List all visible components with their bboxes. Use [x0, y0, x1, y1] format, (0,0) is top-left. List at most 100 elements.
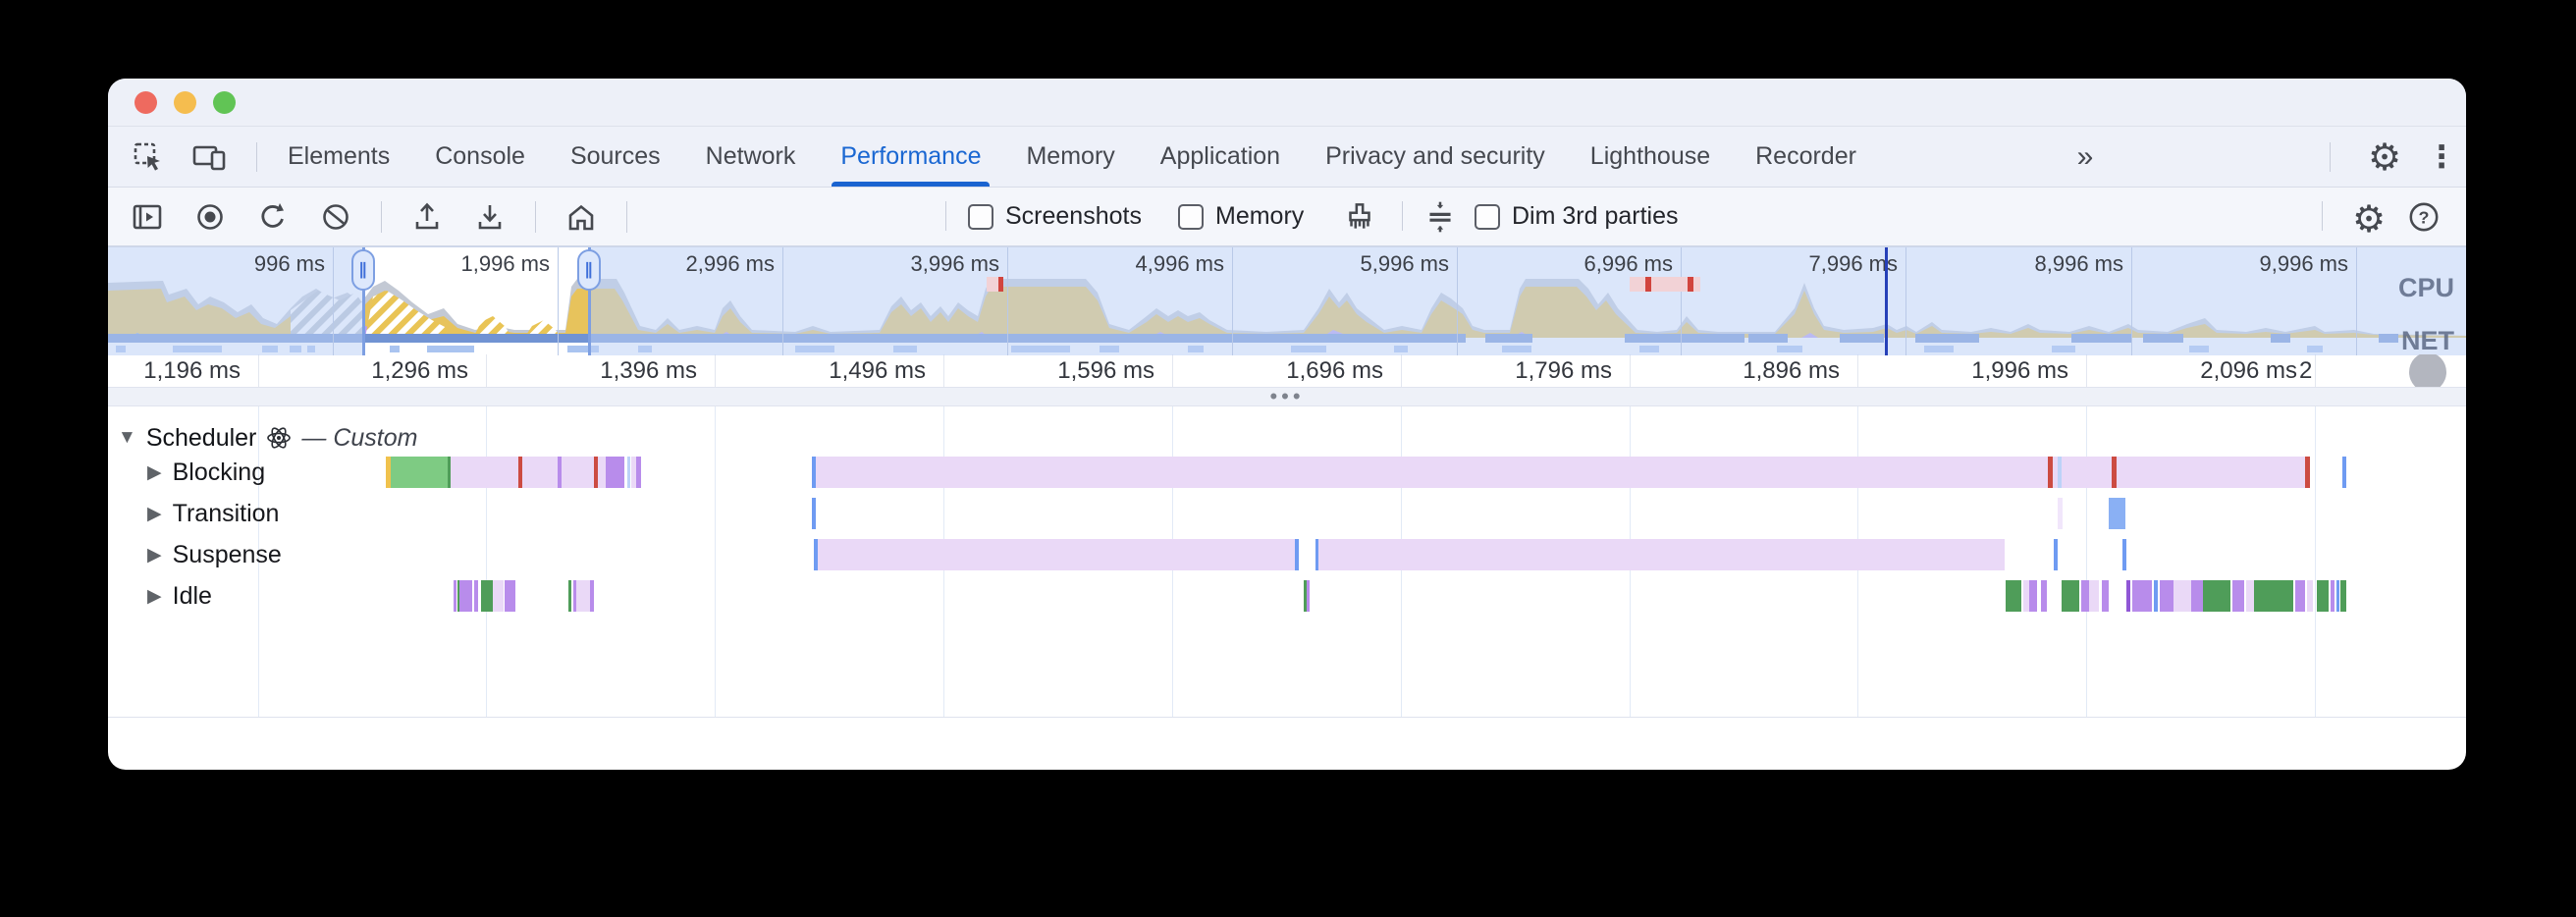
expand-triangle-icon[interactable]: ▶: [147, 503, 162, 525]
memory-checkbox[interactable]: [1178, 204, 1204, 230]
flame-bar-segment[interactable]: [627, 457, 630, 488]
expand-triangle-icon[interactable]: ▶: [147, 544, 162, 566]
selection-right-handle[interactable]: ∥: [577, 249, 601, 291]
tab-elements[interactable]: Elements: [265, 127, 412, 187]
flame-bar-segment[interactable]: [454, 580, 456, 612]
flame-bar-segment[interactable]: [2006, 580, 2021, 612]
flame-bar-segment[interactable]: [2342, 457, 2346, 488]
tab-memory[interactable]: Memory: [1003, 127, 1137, 187]
flame-bar-segment[interactable]: [2203, 580, 2230, 612]
more-tabs-icon[interactable]: »: [2066, 138, 2104, 176]
flame-bar-segment[interactable]: [2191, 580, 2203, 612]
tab-network[interactable]: Network: [683, 127, 819, 187]
collapse-flame-icon[interactable]: [1422, 198, 1459, 236]
flame-bar-segment[interactable]: [2058, 498, 2063, 529]
flame-bar-segment[interactable]: [2054, 539, 2058, 570]
flame-bar-segment[interactable]: [2126, 580, 2130, 612]
flame-bar-segment[interactable]: [2041, 580, 2047, 612]
flame-bar-segment[interactable]: [481, 580, 493, 612]
flame-bar-segment[interactable]: [818, 539, 1295, 570]
flame-bar-segment[interactable]: [816, 457, 2048, 488]
tab-application[interactable]: Application: [1138, 127, 1303, 187]
panel-resize-divider[interactable]: •••: [108, 387, 2466, 406]
flame-bar-segment[interactable]: [2029, 580, 2037, 612]
flame-bar-segment[interactable]: [2336, 580, 2339, 612]
flame-bar-segment[interactable]: [2102, 580, 2109, 612]
scheduler-track-header[interactable]: ▼ Scheduler — Custom: [118, 422, 417, 454]
flame-bar-segment[interactable]: [590, 580, 594, 612]
flame-bar-segment[interactable]: [2232, 580, 2244, 612]
flame-bar-segment[interactable]: [598, 457, 606, 488]
flame-bar-segment[interactable]: [1318, 539, 2005, 570]
flame-bar-segment[interactable]: [2254, 580, 2293, 612]
toggle-sidebar-icon[interactable]: [130, 199, 165, 235]
tracks-area[interactable]: ▼ Scheduler — Custom ▶Blocking ▶Transitio…: [108, 406, 2466, 718]
reload-record-icon[interactable]: [255, 199, 291, 235]
flame-bar-segment[interactable]: [2062, 457, 2112, 488]
flame-bar-segment[interactable]: [2174, 580, 2191, 612]
flame-bar-segment[interactable]: [2160, 580, 2174, 612]
tab-privacy-and-security[interactable]: Privacy and security: [1303, 127, 1568, 187]
flame-bar-segment[interactable]: [2117, 457, 2305, 488]
capture-settings-gear-icon[interactable]: ⚙: [2352, 197, 2386, 242]
flame-bar-segment[interactable]: [493, 580, 504, 612]
flame-bar-segment[interactable]: [2089, 580, 2099, 612]
flame-bar-segment[interactable]: [474, 580, 478, 612]
track-row-label-idle[interactable]: ▶Idle: [147, 580, 212, 612]
flame-bar-segment[interactable]: [391, 457, 448, 488]
flame-bar-segment[interactable]: [562, 457, 594, 488]
inspect-element-icon[interactable]: [130, 138, 167, 176]
track-row-label-transition[interactable]: ▶Transition: [147, 498, 279, 529]
flame-bar-segment[interactable]: [1295, 539, 1299, 570]
load-profile-icon[interactable]: [409, 199, 445, 235]
flame-bar-segment[interactable]: [812, 498, 816, 529]
kebab-menu-icon[interactable]: ⋮: [2423, 138, 2460, 176]
flame-bar-segment[interactable]: [1307, 580, 1310, 612]
flame-bar-segment[interactable]: [2246, 580, 2254, 612]
flame-bar-segment[interactable]: [2295, 580, 2305, 612]
flame-bar-segment[interactable]: [2122, 539, 2126, 570]
live-metrics-home-icon[interactable]: [564, 199, 599, 235]
settings-gear-icon[interactable]: ⚙: [2366, 138, 2403, 176]
flame-bar-segment[interactable]: [2331, 580, 2334, 612]
screenshots-checkbox[interactable]: [968, 204, 993, 230]
flame-bar-segment[interactable]: [505, 580, 515, 612]
help-icon[interactable]: ?: [2405, 198, 2442, 236]
flame-bar-segment[interactable]: [451, 457, 518, 488]
flame-bar-segment[interactable]: [568, 580, 571, 612]
flame-bar-segment[interactable]: [522, 457, 558, 488]
flame-bar-segment[interactable]: [2109, 498, 2125, 529]
flame-bar-segment[interactable]: [2340, 580, 2346, 612]
expand-triangle-icon[interactable]: ▶: [147, 585, 162, 608]
horizontal-scrollbar-thumb[interactable]: [2409, 354, 2446, 387]
tab-performance[interactable]: Performance: [818, 127, 1003, 187]
flame-bar-segment[interactable]: [2317, 580, 2329, 612]
flame-bar-segment[interactable]: [459, 580, 472, 612]
collapse-triangle-icon[interactable]: ▼: [118, 427, 136, 449]
minimize-button[interactable]: [174, 91, 196, 114]
time-ruler[interactable]: 2 1,196 ms1,296 ms1,396 ms1,496 ms1,596 …: [108, 354, 2466, 387]
flame-bar-segment[interactable]: [2132, 580, 2152, 612]
clear-icon[interactable]: [318, 199, 353, 235]
save-profile-icon[interactable]: [472, 199, 508, 235]
tab-sources[interactable]: Sources: [548, 127, 683, 187]
tab-console[interactable]: Console: [412, 127, 548, 187]
close-button[interactable]: [134, 91, 157, 114]
overview-strip[interactable]: CPU NET 996 ms1,996 ms2,996 ms3,996 ms4,…: [108, 246, 2466, 355]
track-row-label-suspense[interactable]: ▶Suspense: [147, 539, 282, 570]
tab-recorder[interactable]: Recorder: [1733, 127, 1879, 187]
flame-bar-segment[interactable]: [576, 580, 591, 612]
flame-bar-segment[interactable]: [2081, 580, 2089, 612]
flame-bar-segment[interactable]: [2154, 580, 2158, 612]
selection-left-handle[interactable]: ∥: [351, 249, 375, 291]
collect-garbage-icon[interactable]: [1341, 198, 1378, 236]
record-icon[interactable]: [192, 199, 228, 235]
track-row-label-blocking[interactable]: ▶Blocking: [147, 457, 265, 488]
expand-triangle-icon[interactable]: ▶: [147, 461, 162, 484]
zoom-button[interactable]: [213, 91, 236, 114]
flame-bar-segment[interactable]: [636, 457, 641, 488]
dim-3rd-parties-checkbox[interactable]: [1475, 204, 1500, 230]
device-toolbar-icon[interactable]: [190, 138, 228, 176]
flame-bar-segment[interactable]: [2062, 580, 2079, 612]
tab-lighthouse[interactable]: Lighthouse: [1568, 127, 1733, 187]
